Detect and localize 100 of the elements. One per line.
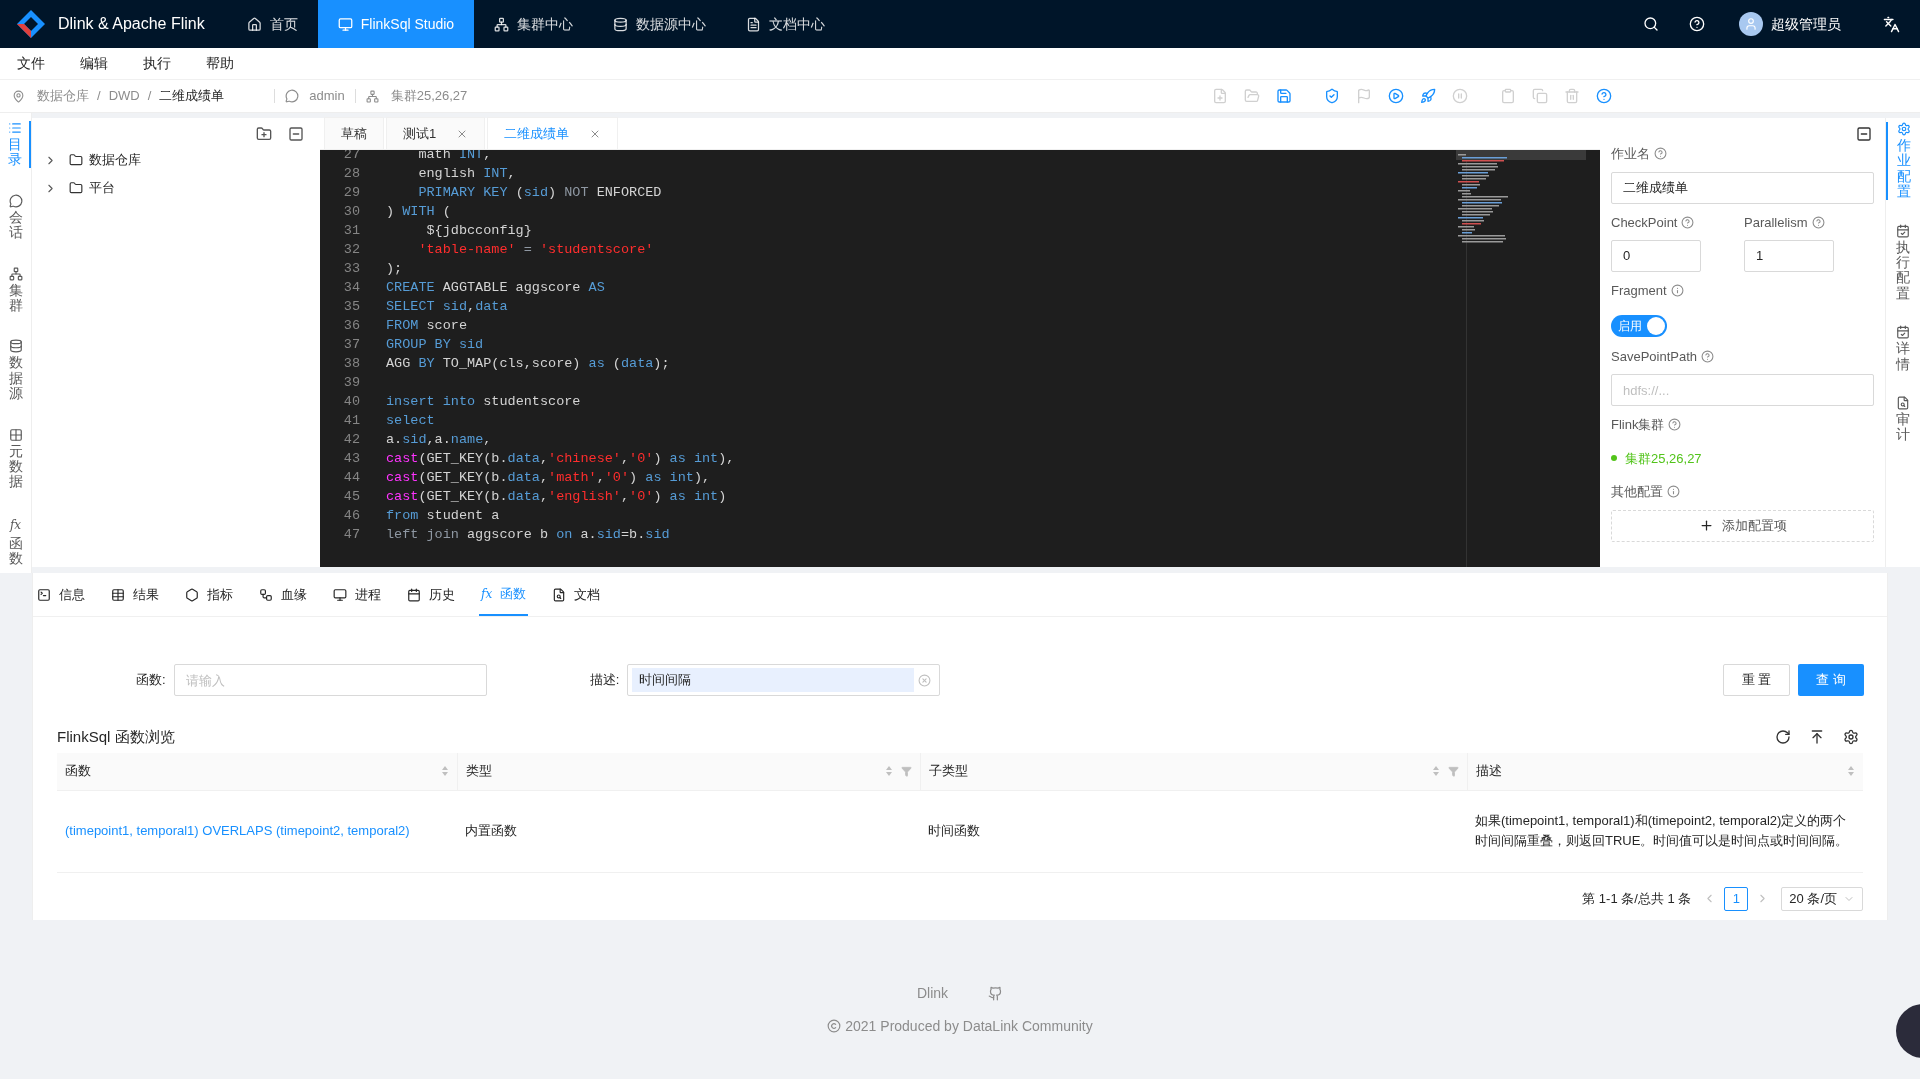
line-number: 37 [342,336,360,355]
density-icon[interactable] [1809,729,1825,746]
breadcrumb-item[interactable]: 数据仓库 [37,86,89,106]
add-config-button[interactable]: 添加配置项 [1611,509,1874,542]
line-number: 31 [342,222,360,241]
table-cell-text: 内置函数 [464,822,518,841]
panel-tab[interactable]: 信息 [35,573,87,616]
sidebar-tab[interactable]: 数据源 [0,339,31,402]
code-editor[interactable] [320,150,1600,567]
nav-tab[interactable]: 首页 [226,0,318,48]
sidebar-tab[interactable]: 会话 [0,193,31,241]
settings-icon[interactable] [1843,729,1859,746]
avatar-icon[interactable] [1739,12,1763,36]
column-header[interactable]: 子类型 [920,752,1467,790]
sidebar-tab[interactable]: 审计 [1886,395,1920,443]
code-line: insert into studentscore [386,393,581,412]
sidebar-tab[interactable]: fx 函数 [0,515,31,567]
savepoint-field[interactable]: hdfs://... [1611,374,1874,406]
table-cell-text: 如果(timepoint1, temporal1)和(timepoint2, temporal2)定义的两个时间间隔重叠，则返回TRUE。时间值可以是时间点或时间间隔。 [1474,812,1850,850]
field-label: Flink集群 [1611,416,1665,434]
pagination-summary: 第 1-1 条/总共 1 条 [1582,889,1692,908]
menu-item[interactable]: 文件 [6,53,56,74]
line-number: 40 [342,393,360,412]
collapse-icon[interactable] [1856,126,1872,142]
sort-icon[interactable] [1847,765,1855,777]
calendar-icon [1896,325,1910,340]
play-icon[interactable] [1388,88,1405,104]
search-icon[interactable] [1643,16,1659,32]
function-search-field[interactable]: 请输入 [173,664,487,696]
field-label: 其他配置 [1611,483,1663,501]
filter-icon[interactable] [1448,765,1459,777]
checkpoint-field[interactable]: 0 [1611,240,1701,272]
collapse-icon[interactable] [288,126,304,142]
menu-item[interactable]: 帮助 [195,53,245,74]
session-cluster: 集群25,26,27 [390,87,468,106]
line-number: 36 [342,317,360,336]
line-number: 28 [342,165,360,184]
code-line: AGG BY TO_MAP(cls,score) as (data); [386,355,670,374]
rocket-icon[interactable] [1420,88,1437,104]
line-number: 29 [342,184,360,203]
column-header[interactable]: 函数 [57,752,457,790]
field-label: Fragment [1611,282,1667,300]
parallelism-field[interactable]: 1 [1744,240,1834,272]
sort-icon[interactable] [885,765,893,777]
language-icon[interactable] [1883,15,1900,33]
column-header[interactable]: 描述 [1467,752,1863,790]
sort-icon[interactable] [441,765,449,777]
folder-plus-icon[interactable] [256,126,272,142]
line-number: 46 [342,507,360,526]
help-icon [1681,215,1695,229]
filter-icon[interactable] [901,765,912,777]
sidebar-tab[interactable]: 详情 [1886,325,1920,372]
panel-tab[interactable]: 文档 [550,573,603,616]
nav-tab[interactable]: 数据源中心 [593,0,727,48]
page-size-select[interactable]: 20 条/页 [1781,886,1863,911]
table-cell-text: 时间函数 [927,822,981,841]
editor-tab[interactable]: 草稿 [324,117,384,149]
sort-icon[interactable] [1432,765,1440,777]
table-icon [111,587,125,602]
save-icon[interactable] [1276,88,1293,104]
panel-tab[interactable]: 血缘 [257,573,309,616]
calendar-icon [407,587,421,602]
database-icon [613,16,629,32]
github-icon[interactable] [988,985,1004,1001]
tree-item[interactable]: 平台 [44,174,320,202]
code-line: cast(GET_KEY(b.data,'chinese','0') as int), [386,450,735,469]
shield-icon[interactable] [1324,88,1341,104]
user-name[interactable]: 超级管理员 [1771,13,1841,35]
copyright-icon [827,1019,842,1033]
sidebar-tab-label: 审计 [1896,411,1910,443]
network-icon [494,16,510,32]
sidebar-tab[interactable]: 集群 [0,266,31,314]
menu-item[interactable]: 编辑 [69,53,119,74]
panel-tab[interactable]: 历史 [405,573,457,616]
field-label: SavePointPath [1611,347,1697,366]
network-icon [8,266,23,281]
sidebar-tab[interactable]: 执行配置 [1886,223,1920,302]
panel-tab[interactable]: 结果 [109,573,161,616]
sidebar-tab-label: 目录 [7,137,22,168]
sidebar-tab-label: 会话 [8,209,23,241]
nav-tab[interactable]: 文档中心 [726,0,846,48]
reset-button[interactable]: 重 置 [1722,664,1791,696]
nav-tab[interactable]: 集群中心 [474,0,594,48]
reload-icon[interactable] [1775,729,1791,746]
code-line: CREATE AGGTABLE aggscore AS [386,279,605,298]
panel-tab[interactable]: 指标 [183,573,235,616]
breadcrumb-item[interactable]: 二维成绩单 [159,86,225,106]
clear-icon[interactable] [918,673,932,687]
sidebar-tab[interactable]: 元数据 [0,427,31,490]
grid-icon [8,427,23,442]
menu-item[interactable]: 执行 [132,53,182,74]
help-icon [1811,215,1825,229]
line-number: 38 [342,355,360,374]
panel-tab[interactable]: 进程 [331,573,383,616]
job-name-field[interactable]: 二维成绩单 [1611,171,1874,204]
tree-item[interactable]: 数据仓库 [44,146,320,174]
column-header[interactable]: 类型 [457,752,920,790]
function-icon: fx [9,515,22,534]
description-search-field[interactable]: 时间间隔 [627,664,941,696]
editor-tab[interactable]: 测试1 [386,117,486,149]
